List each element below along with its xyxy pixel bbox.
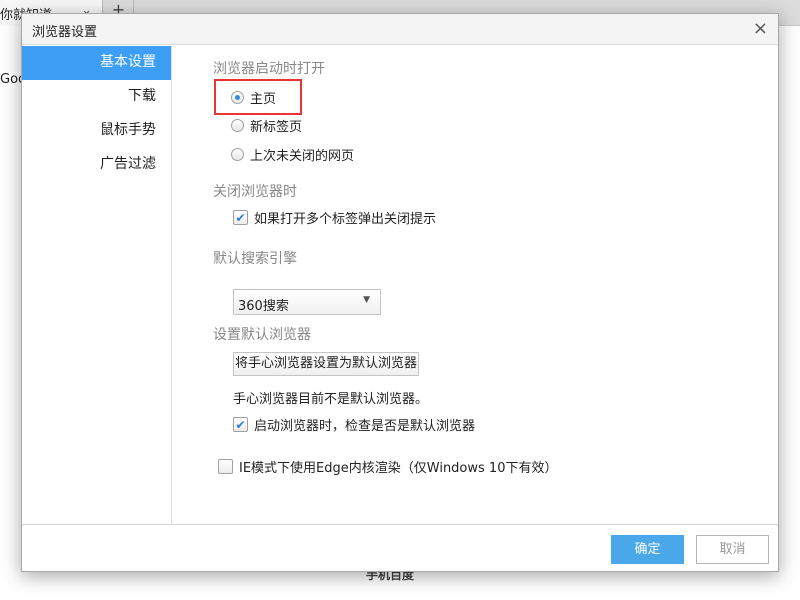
checkbox-label: 启动浏览器时，检查是否是默认浏览器 — [254, 419, 476, 434]
default-browser-heading: 设置默认浏览器 — [213, 327, 311, 343]
checkbox-close-prompt[interactable]: ✔ 如果打开多个标签弹出关闭提示 — [233, 208, 436, 227]
ok-button[interactable]: 确定 — [611, 535, 684, 564]
settings-content: 浏览器启动时打开 主页 新标签页 上次未关闭的网页 关闭浏览器时 ✔ 如果打开多个… — [193, 46, 779, 524]
checkbox-checked-icon[interactable]: ✔ — [233, 210, 248, 225]
sidebar-item-ad-filter[interactable]: 广告过滤 — [22, 148, 171, 182]
cancel-button[interactable]: 取消 — [696, 535, 769, 564]
dialog-footer: 确定 取消 — [22, 524, 778, 572]
sidebar-item-basic[interactable]: 基本设置 — [22, 46, 171, 80]
radio-last-session[interactable]: 上次未关闭的网页 — [231, 145, 354, 164]
radio-label: 新标签页 — [250, 120, 303, 135]
radio-label: 主页 — [250, 92, 277, 107]
radio-icon[interactable] — [231, 148, 244, 161]
dialog-title: 浏览器设置 — [32, 25, 98, 40]
checkbox-label: IE模式下使用Edge内核渲染（仅Windows 10下有效） — [239, 461, 558, 476]
radio-icon[interactable] — [231, 119, 244, 132]
dialog-titlebar: 浏览器设置 × — [22, 14, 778, 45]
select-value: 360搜索 — [238, 299, 289, 314]
close-browser-heading: 关闭浏览器时 — [213, 184, 297, 200]
sidebar-item-download[interactable]: 下载 — [22, 80, 171, 114]
settings-dialog: 浏览器设置 × 基本设置 下载 鼠标手势 广告过滤 浏览器启动时打开 主页 新标… — [21, 13, 779, 572]
checkbox-label: 如果打开多个标签弹出关闭提示 — [254, 212, 437, 227]
close-icon[interactable]: × — [753, 18, 768, 39]
checkbox-ie-edge[interactable]: IE模式下使用Edge内核渲染（仅Windows 10下有效） — [218, 457, 557, 476]
radio-selected-icon[interactable] — [231, 91, 244, 104]
search-engine-select[interactable]: 360搜索 ▼ — [233, 289, 381, 315]
radio-label: 上次未关闭的网页 — [250, 149, 355, 164]
set-default-browser-button[interactable]: 将手心浏览器设置为默认浏览器 — [233, 352, 419, 376]
startup-heading: 浏览器启动时打开 — [213, 61, 325, 77]
radio-new-tab[interactable]: 新标签页 — [231, 116, 302, 135]
default-browser-status: 手心浏览器目前不是默认浏览器。 — [233, 392, 429, 407]
radio-homepage[interactable]: 主页 — [231, 88, 276, 107]
checkbox-icon[interactable] — [218, 459, 233, 474]
sidebar-item-mouse-gesture[interactable]: 鼠标手势 — [22, 114, 171, 148]
settings-sidebar: 基本设置 下载 鼠标手势 广告过滤 — [22, 46, 172, 524]
checkbox-check-default[interactable]: ✔ 启动浏览器时，检查是否是默认浏览器 — [233, 415, 475, 434]
dropdown-arrow-icon: ▼ — [363, 295, 370, 305]
search-heading: 默认搜索引擎 — [213, 251, 297, 267]
checkbox-checked-icon[interactable]: ✔ — [233, 417, 248, 432]
